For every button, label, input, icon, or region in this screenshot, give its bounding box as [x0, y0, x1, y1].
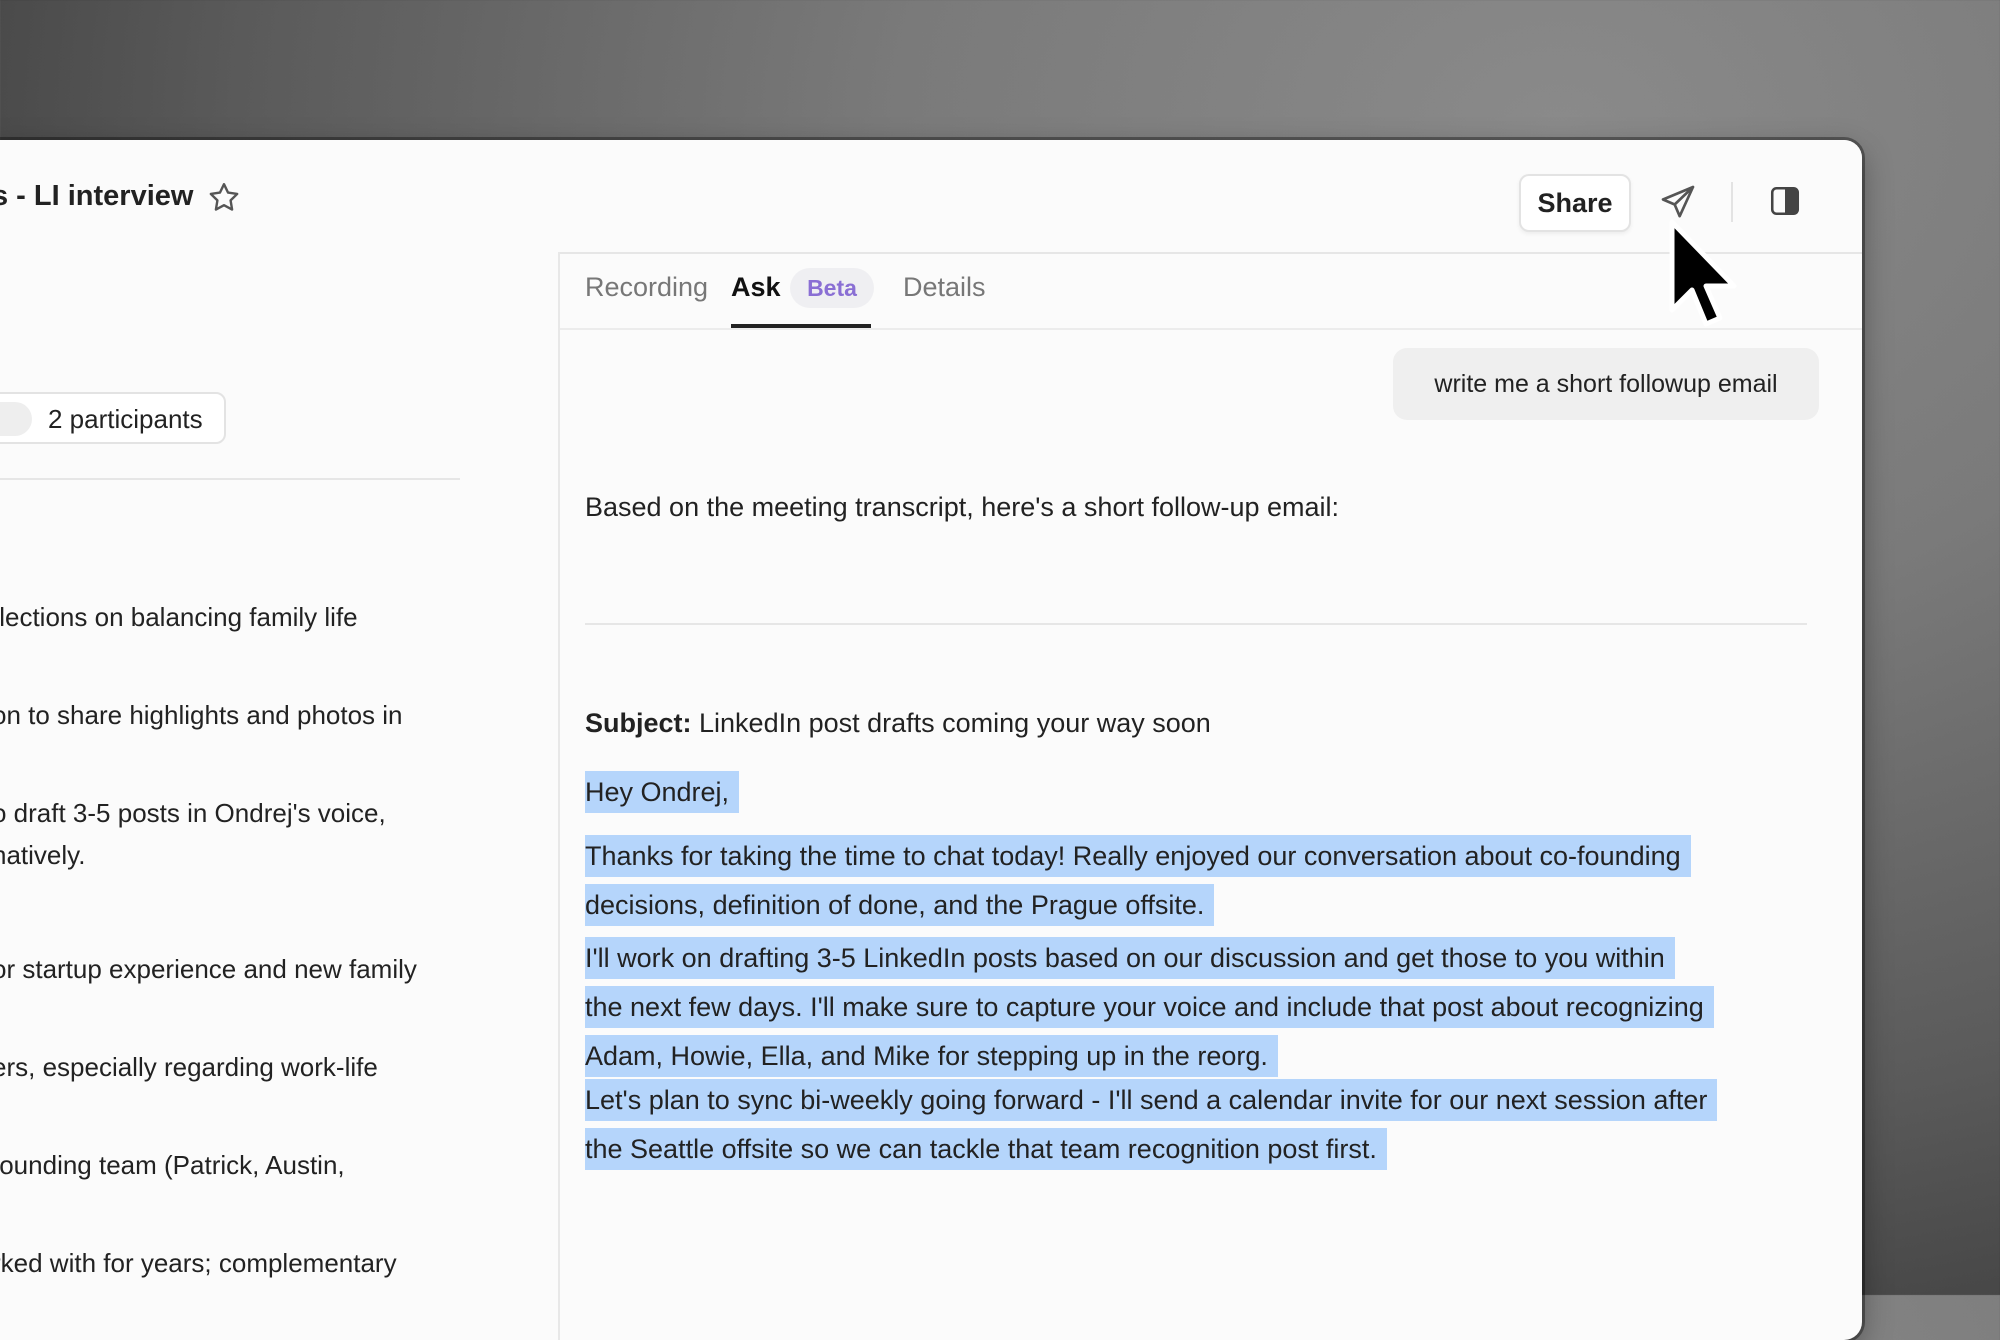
sidebar-toggle-icon[interactable]: [1768, 184, 1802, 218]
note-line: natively.: [0, 840, 86, 870]
share-button[interactable]: Share: [1519, 174, 1631, 232]
note-line: or startup experience and new family: [0, 954, 417, 984]
notes-pane: .. 2 participants flections on balancing…: [0, 252, 560, 1340]
subject-text: LinkedIn post drafts coming your way soo…: [691, 708, 1211, 738]
toolbar-divider: [1731, 182, 1733, 222]
note-line: on to share highlights and photos in: [0, 700, 403, 730]
email-subject: Subject: LinkedIn post drafts coming you…: [585, 708, 1211, 739]
response-divider: [585, 623, 1807, 625]
note-line: ers, especially regarding work-life: [0, 1052, 378, 1082]
tab-details[interactable]: Details: [903, 272, 986, 303]
user-message: write me a short followup email: [1393, 348, 1819, 420]
star-icon[interactable]: [206, 180, 242, 216]
email-paragraph-1: Thanks for taking the time to chat today…: [585, 832, 1691, 930]
active-tab-indicator: [731, 324, 871, 328]
note-line: founding team (Patrick, Austin,: [0, 1150, 345, 1180]
subject-label: Subject:: [585, 708, 692, 738]
left-divider: [0, 478, 460, 480]
selected-text: Adam, Howie, Ella, and Mike for stepping…: [585, 1035, 1278, 1077]
tab-bar: Recording Ask Beta Details: [560, 252, 1862, 330]
selected-text: decisions, definition of done, and the P…: [585, 884, 1215, 926]
participants-chip[interactable]: .. 2 participants: [0, 392, 226, 444]
send-icon[interactable]: [1658, 182, 1698, 222]
app-window: s - LI interview Share .. 2 participants…: [0, 140, 1862, 1340]
top-bar: s - LI interview Share: [0, 140, 1862, 254]
selected-text: Thanks for taking the time to chat today…: [585, 835, 1691, 877]
email-paragraph-2: I'll work on drafting 3-5 LinkedIn posts…: [585, 934, 1714, 1081]
selected-text: Let's plan to sync bi-weekly going forwa…: [585, 1079, 1718, 1121]
chat-pane: Recording Ask Beta Details write me a sh…: [560, 252, 1862, 1340]
selected-text: the Seattle offsite so we can tackle tha…: [585, 1128, 1387, 1170]
assistant-intro: Based on the meeting transcript, here's …: [585, 492, 1340, 522]
page-title: s - LI interview: [0, 180, 194, 212]
cursor-icon: [1669, 219, 1737, 327]
email-paragraph-3: Let's plan to sync bi-weekly going forwa…: [585, 1076, 1718, 1174]
participant-pill: ..: [0, 402, 32, 436]
note-line: o draft 3-5 posts in Ondrej's voice,: [0, 798, 386, 828]
tab-recording[interactable]: Recording: [585, 272, 708, 303]
selected-text: I'll work on drafting 3-5 LinkedIn posts…: [585, 937, 1675, 979]
tab-ask[interactable]: Ask: [731, 272, 781, 303]
note-line: rked with for years; complementary: [0, 1248, 397, 1278]
note-line: flections on balancing family life: [0, 602, 358, 632]
beta-badge: Beta: [790, 268, 874, 308]
email-greeting: Hey Ondrej,: [585, 768, 740, 817]
participants-label: 2 participants: [48, 404, 203, 434]
selected-text: the next few days. I'll make sure to cap…: [585, 986, 1714, 1028]
selected-text: Hey Ondrej,: [585, 771, 740, 813]
